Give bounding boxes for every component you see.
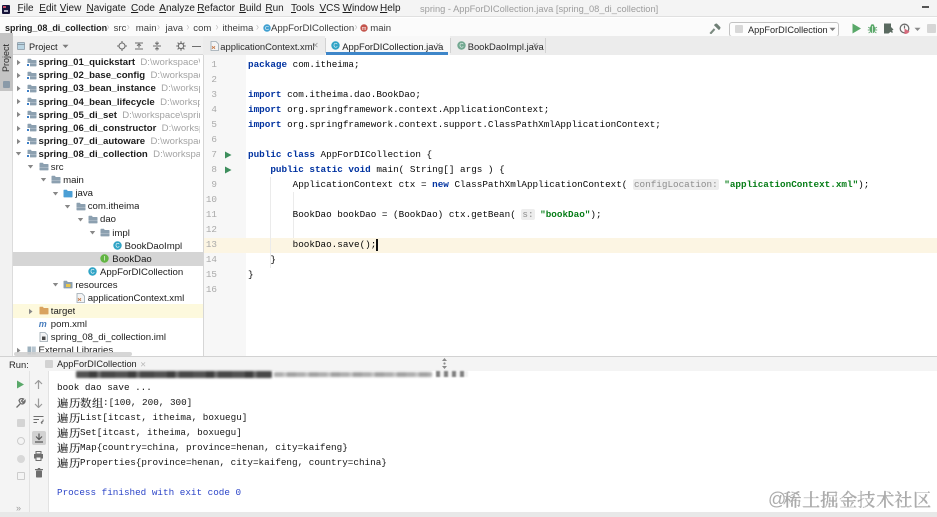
svg-text:C: C xyxy=(115,244,120,250)
svg-text:C: C xyxy=(333,44,338,50)
svg-text:C: C xyxy=(265,26,269,32)
svg-text:m: m xyxy=(361,26,366,32)
svg-text:C: C xyxy=(459,44,464,50)
svg-text:C: C xyxy=(90,270,95,276)
